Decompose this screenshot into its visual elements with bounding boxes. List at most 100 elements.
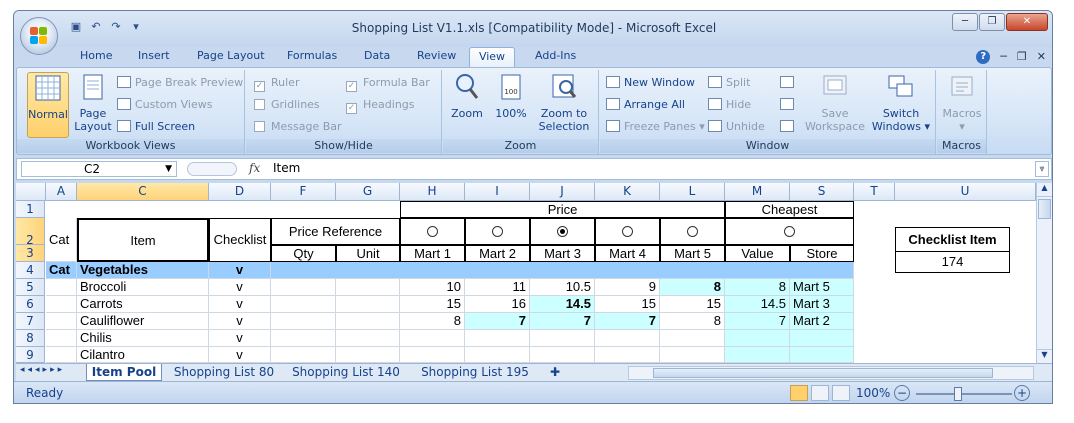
gridlines-checkbox[interactable]: Gridlines <box>254 96 320 114</box>
mart3-price-cell[interactable] <box>530 347 595 363</box>
cheapest-store-cell[interactable] <box>790 330 854 347</box>
radio-icon[interactable] <box>492 226 503 237</box>
cheapest-value-cell[interactable] <box>725 347 790 363</box>
mart4-price-cell[interactable] <box>595 347 660 363</box>
col-header[interactable]: G <box>336 183 400 201</box>
cat-cell[interactable] <box>46 296 77 313</box>
h-scroll-thumb[interactable] <box>653 368 993 378</box>
mart3-price-cell[interactable]: 7 <box>530 313 595 330</box>
mart5-price-cell[interactable]: 8 <box>660 279 725 296</box>
category-check-cell[interactable]: v <box>209 262 271 279</box>
zoom-out-icon[interactable]: − <box>894 385 910 401</box>
close-button[interactable]: ✕ <box>1006 13 1048 31</box>
page-layout-view-button[interactable]: Page Layout <box>73 72 113 133</box>
row-header[interactable]: 6 <box>16 296 45 313</box>
row-header[interactable]: 5 <box>16 279 45 296</box>
cheapest-store-cell[interactable] <box>790 347 854 363</box>
zoom-to-selection-button[interactable]: Zoom to Selection <box>535 72 593 133</box>
worksheet[interactable]: A C D F G H I J K L M S T U 1 2 3 4 5 6 … <box>16 183 1052 363</box>
cheapest-store-cell[interactable]: Mart 5 <box>790 279 854 296</box>
tab-home[interactable]: Home <box>76 47 116 67</box>
col-header[interactable]: L <box>660 183 725 201</box>
zoom-in-icon[interactable]: + <box>1014 385 1030 401</box>
tab-formulas[interactable]: Formulas <box>283 47 341 67</box>
minimize-button[interactable]: ─ <box>952 13 978 31</box>
new-window-button[interactable]: New Window <box>606 74 695 92</box>
mart3-header-cell[interactable]: Mart 3 <box>530 245 595 262</box>
price-reference-cell[interactable]: Price Reference <box>271 218 400 245</box>
zoom-100-button[interactable]: 100 100% <box>491 72 531 120</box>
hide-button[interactable]: Hide <box>708 96 751 114</box>
side-by-side-icon[interactable] <box>780 74 794 92</box>
zoom-slider-thumb[interactable] <box>954 387 962 401</box>
zoom-button[interactable]: Zoom <box>447 72 487 120</box>
sheet-tab-item-pool[interactable]: Item Pool <box>86 364 162 381</box>
col-header[interactable]: C <box>77 183 209 201</box>
cheapest-value-cell[interactable]: 8 <box>725 279 790 296</box>
mart5-header-cell[interactable]: Mart 5 <box>660 245 725 262</box>
sheet-tab-shopping-list-140[interactable]: Shopping List 140 <box>286 364 406 381</box>
vertical-scrollbar[interactable]: ▲ ▼ <box>1036 183 1052 363</box>
col-header[interactable]: I <box>465 183 530 201</box>
macros-button[interactable]: Macros ▾ <box>941 72 983 133</box>
qty-cell[interactable] <box>271 313 336 330</box>
item-check-cell[interactable]: v <box>209 296 271 313</box>
col-header[interactable]: U <box>895 183 1036 201</box>
zoom-slider-track[interactable] <box>916 393 1012 395</box>
store-header-cell[interactable]: Store <box>790 245 854 262</box>
sheet-tab-shopping-list-195[interactable]: Shopping List 195 <box>414 364 536 381</box>
cat-cell[interactable] <box>46 347 77 363</box>
mart2-price-cell[interactable] <box>465 330 530 347</box>
unit-cell[interactable] <box>336 347 400 363</box>
row-header[interactable]: 9 <box>16 347 45 363</box>
item-check-cell[interactable]: v <box>209 330 271 347</box>
radio-icon[interactable] <box>622 226 633 237</box>
page-break-view-icon[interactable] <box>832 385 850 401</box>
reset-position-icon[interactable] <box>780 118 794 136</box>
mart4-header-cell[interactable]: Mart 4 <box>595 245 660 262</box>
cat-cell[interactable] <box>46 313 77 330</box>
checklist-item-box[interactable]: Checklist Item 174 <box>895 227 1010 273</box>
cheapest-header-cell[interactable]: Cheapest <box>725 201 854 218</box>
col-header[interactable]: M <box>725 183 790 201</box>
col-header[interactable]: H <box>400 183 465 201</box>
tab-data[interactable]: Data <box>360 47 394 67</box>
tab-review[interactable]: Review <box>413 47 460 67</box>
unit-cell[interactable] <box>336 279 400 296</box>
mart1-price-cell[interactable]: 10 <box>400 279 465 296</box>
mart1-price-cell[interactable] <box>400 330 465 347</box>
mart2-price-cell[interactable]: 7 <box>465 313 530 330</box>
mart5-price-cell[interactable] <box>660 330 725 347</box>
mart3-radio-cell[interactable] <box>530 218 595 245</box>
cheapest-value-cell[interactable] <box>725 330 790 347</box>
mart2-price-cell[interactable]: 11 <box>465 279 530 296</box>
mart2-price-cell[interactable] <box>465 347 530 363</box>
mart4-price-cell[interactable]: 7 <box>595 313 660 330</box>
save-workspace-button[interactable]: Save Workspace <box>804 72 866 133</box>
sheet-tab-shopping-list-80[interactable]: Shopping List 80 <box>168 364 280 381</box>
ruler-checkbox[interactable]: ✓ Ruler <box>254 74 299 92</box>
page-layout-view-icon[interactable] <box>811 385 829 401</box>
mart5-radio-cell[interactable] <box>660 218 725 245</box>
mart3-price-cell[interactable]: 14.5 <box>530 296 595 313</box>
full-screen-button[interactable]: Full Screen <box>117 118 195 136</box>
qty-cell[interactable] <box>271 330 336 347</box>
cat-cell[interactable] <box>46 279 77 296</box>
zoom-level[interactable]: 100% <box>856 386 890 400</box>
select-all-corner[interactable] <box>16 183 46 201</box>
cheapest-radio-cell[interactable] <box>725 218 854 245</box>
category-cat-cell[interactable]: Cat <box>46 262 77 279</box>
scroll-down-icon[interactable]: ▼ <box>1037 349 1052 363</box>
normal-view-icon[interactable] <box>790 385 808 401</box>
cat-cell[interactable] <box>46 330 77 347</box>
col-header[interactable]: D <box>209 183 271 201</box>
mart3-price-cell[interactable] <box>530 330 595 347</box>
custom-views-button[interactable]: Custom Views <box>117 96 212 114</box>
insert-function-icon[interactable]: fx <box>249 161 260 175</box>
headings-checkbox[interactable]: ✓ Headings <box>346 96 415 114</box>
col-header[interactable]: T <box>854 183 895 201</box>
mart2-radio-cell[interactable] <box>465 218 530 245</box>
qty-cell[interactable] <box>271 279 336 296</box>
item-check-cell[interactable]: v <box>209 279 271 296</box>
col-header[interactable]: S <box>790 183 854 201</box>
